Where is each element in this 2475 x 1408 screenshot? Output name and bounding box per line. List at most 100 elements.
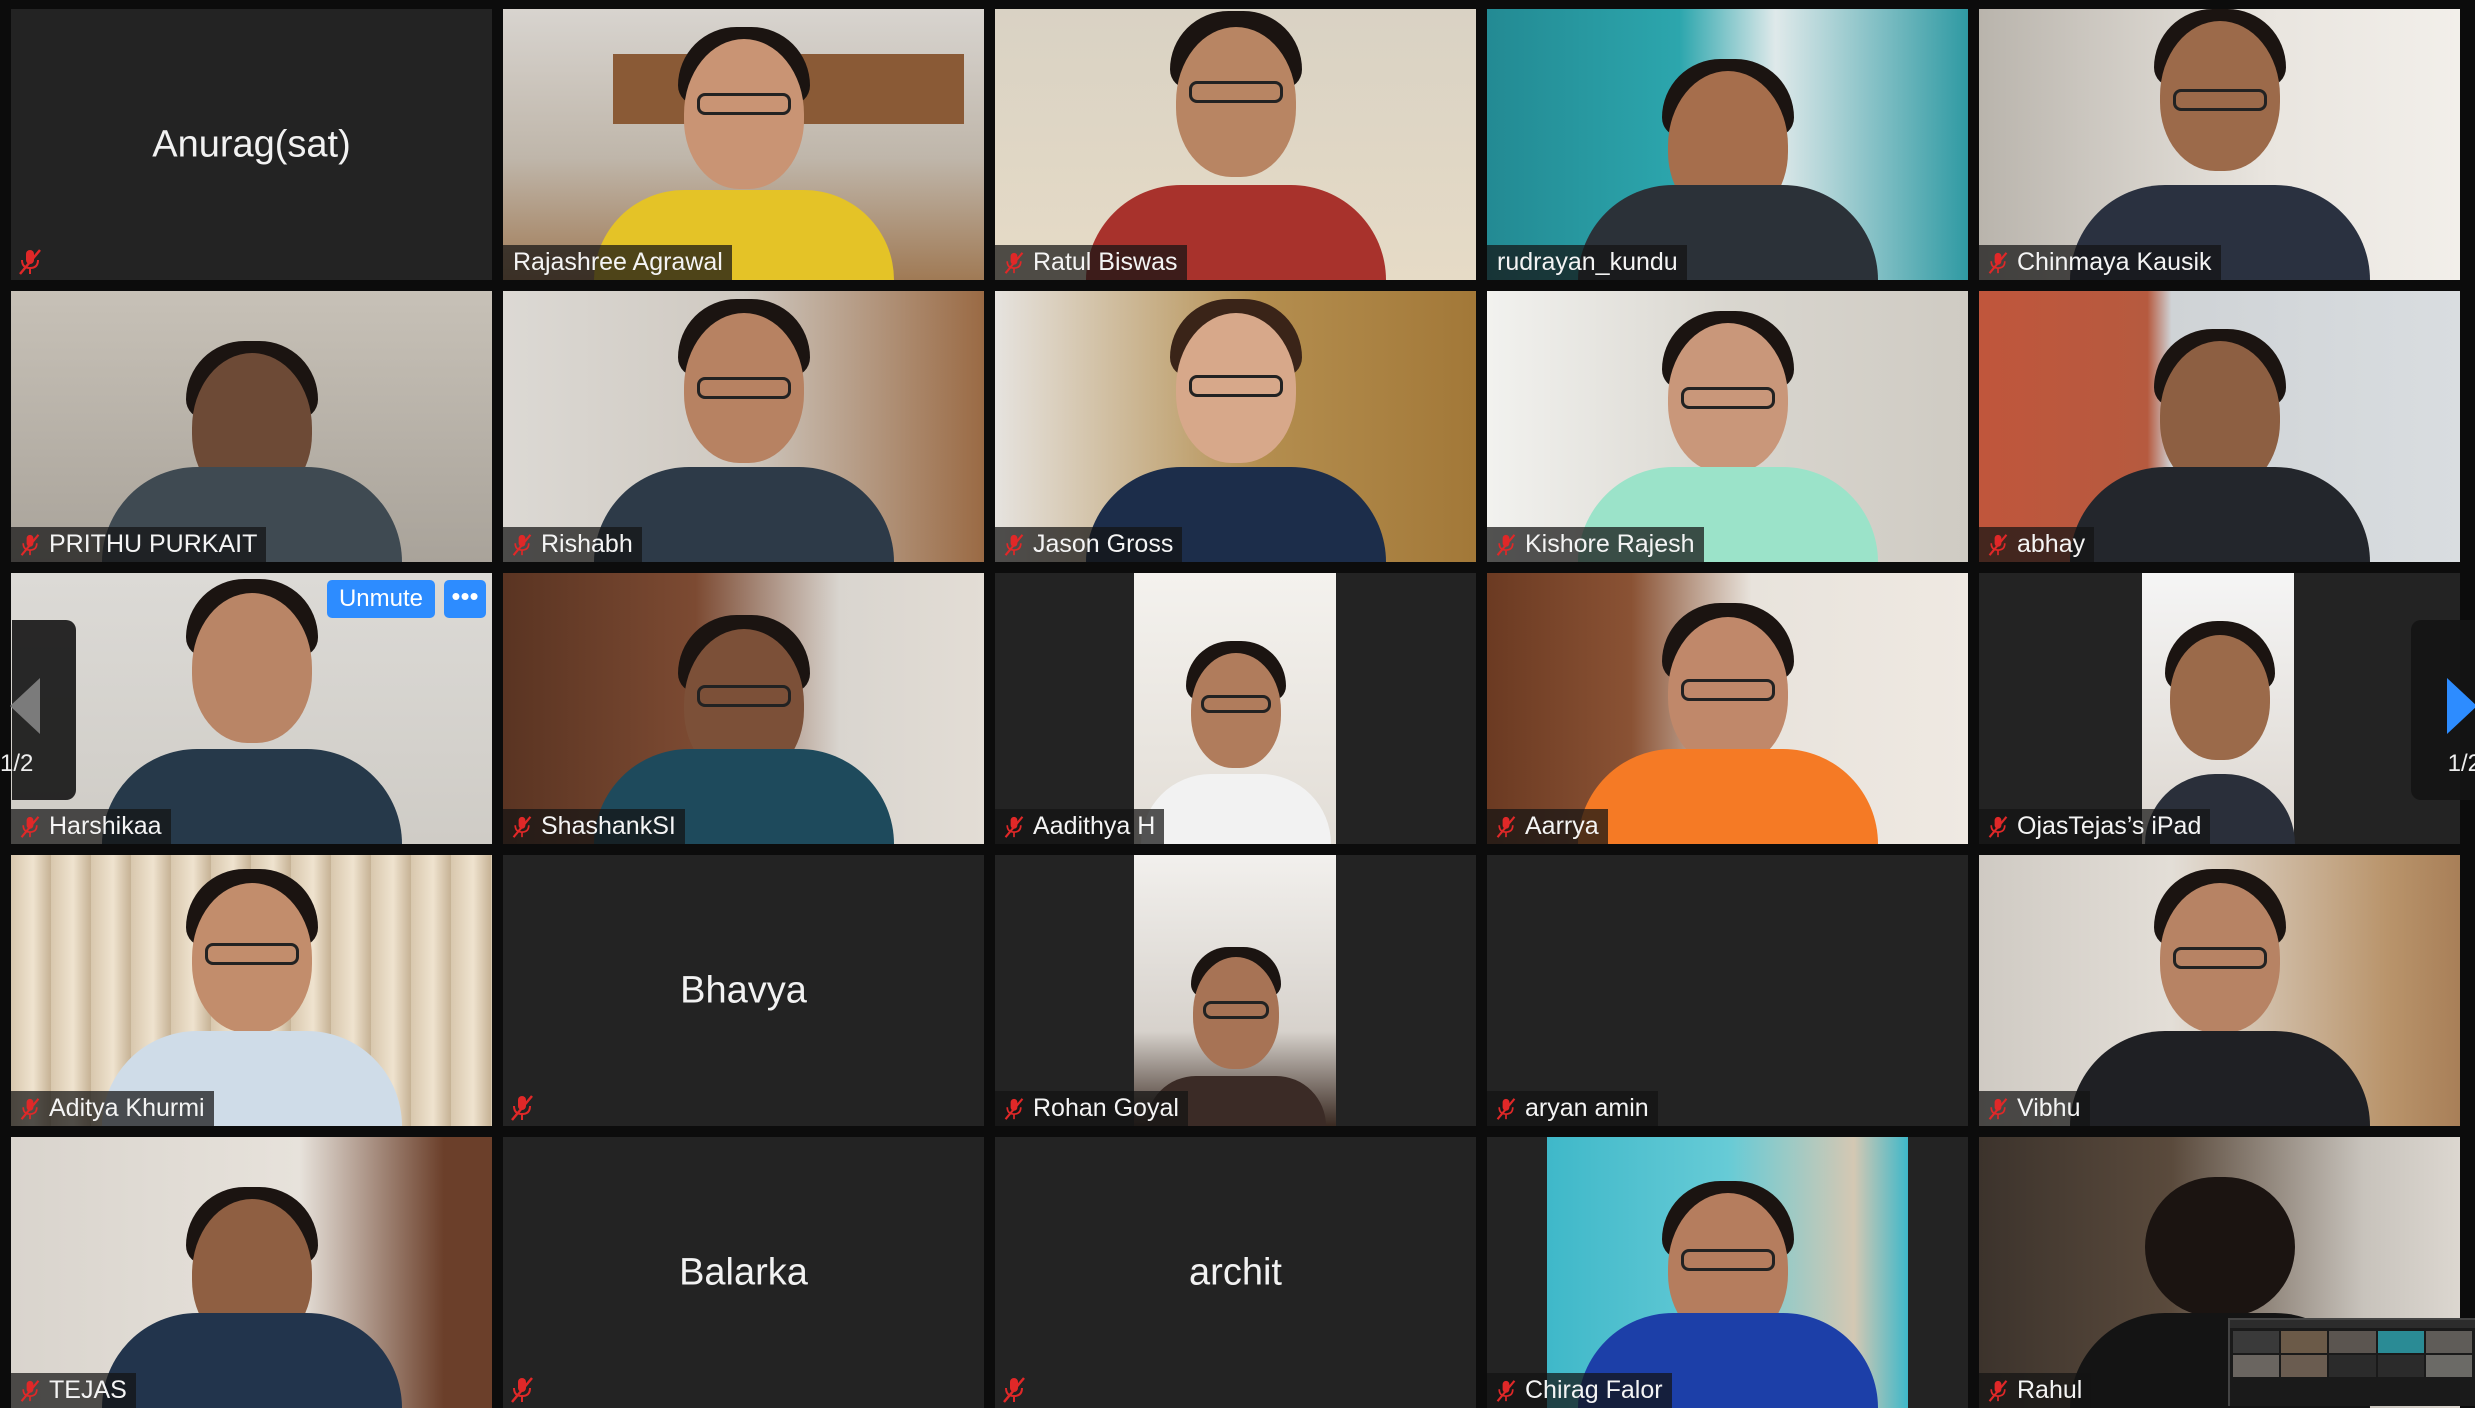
participant-tile[interactable]: Rishabh — [503, 291, 984, 562]
participant-video-figure — [1577, 1137, 1878, 1408]
mini-window-grid — [2230, 1328, 2475, 1380]
mini-tile — [2425, 1355, 2472, 1377]
mini-tile — [2329, 1355, 2376, 1377]
participant-tile[interactable]: Balarka — [503, 1137, 984, 1408]
participant-name-center: Anurag(sat) — [152, 123, 351, 165]
mic-muted-icon — [1496, 1097, 1516, 1120]
participant-tile[interactable]: Kishore Rajesh — [1487, 291, 1968, 562]
chevron-left-icon — [10, 678, 40, 734]
previous-page-button[interactable]: 1/2 — [0, 620, 76, 800]
mini-tile — [2233, 1331, 2280, 1353]
next-page-button[interactable]: 1/2 — [2411, 620, 2475, 800]
mic-muted-icon — [1004, 533, 1024, 556]
participant-name-label: Aditya Khurmi — [11, 1091, 214, 1126]
participant-video-figure — [1568, 573, 1888, 844]
mic-muted-icon — [1003, 1377, 1025, 1403]
participant-name-label: abhay — [1979, 527, 2095, 562]
participant-name-label: Rohan Goyal — [995, 1091, 1188, 1126]
mic-muted-icon — [20, 1097, 40, 1120]
participant-name-label: Rishabh — [503, 527, 642, 562]
participant-video-figure — [584, 291, 904, 562]
participant-name-label: PRITHU PURKAIT — [11, 527, 267, 562]
more-options-button[interactable]: ••• — [444, 580, 486, 618]
participant-tile[interactable]: PRITHU PURKAIT — [11, 291, 492, 562]
unmute-button[interactable]: Unmute — [326, 580, 435, 618]
participant-video-figure — [2140, 573, 2300, 844]
chevron-right-icon — [2447, 678, 2475, 734]
participant-video-figure — [92, 1137, 412, 1408]
participant-tile[interactable]: Rohan Goyal — [995, 855, 1476, 1126]
mic-muted-icon — [512, 815, 532, 838]
mic-muted-icon — [1004, 815, 1024, 838]
mic-muted-icon — [20, 815, 40, 838]
participant-tile-active-speaker[interactable]: Rajashree Agrawal — [503, 9, 984, 280]
mini-tile — [2233, 1355, 2280, 1377]
mic-muted-icon — [512, 533, 532, 556]
participant-name-label: TEJAS — [11, 1373, 136, 1408]
mic-muted-icon — [511, 1377, 533, 1403]
participant-name-center: Bhavya — [680, 969, 807, 1011]
mic-muted-icon — [1988, 251, 2008, 274]
participant-video-figure — [1136, 573, 1336, 844]
mic-muted-icon — [20, 1379, 40, 1402]
participant-tile-hovered[interactable]: Unmute ••• Harshikaa — [11, 573, 492, 844]
participant-tile[interactable]: Aarrya — [1487, 573, 1968, 844]
participant-tile[interactable]: TEJAS — [11, 1137, 492, 1408]
mic-muted-icon — [19, 249, 41, 275]
participant-name-label: Ratul Biswas — [995, 245, 1187, 280]
mic-muted-icon — [1004, 1097, 1024, 1120]
mic-muted-icon — [1496, 533, 1516, 556]
participant-tile[interactable]: Aadithya H — [995, 573, 1476, 844]
participant-tile[interactable]: OjasTejas’s iPad — [1979, 573, 2460, 844]
participant-video-figure — [2060, 291, 2380, 562]
mini-tile — [2425, 1331, 2472, 1353]
mini-window-titlebar — [2230, 1320, 2475, 1328]
participant-name-label: aryan amin — [1487, 1091, 1658, 1126]
mini-window-thumbnail[interactable] — [2228, 1318, 2475, 1406]
page-indicator-right: 1/2 — [2447, 750, 2475, 777]
participant-name-label: Rahul — [1979, 1373, 2092, 1408]
mic-muted-icon — [1004, 251, 1024, 274]
participant-name-label: Rajashree Agrawal — [503, 245, 732, 280]
mini-tile — [2377, 1331, 2424, 1353]
participant-video-figure — [1568, 291, 1888, 562]
participant-name-label: OjasTejas’s iPad — [1979, 809, 2211, 844]
participant-tile[interactable]: Jason Gross — [995, 291, 1476, 562]
participant-tile[interactable]: Ratul Biswas — [995, 9, 1476, 280]
participant-name-label: Jason Gross — [995, 527, 1183, 562]
mic-muted-icon — [1988, 533, 2008, 556]
participant-tile[interactable]: archit — [995, 1137, 1476, 1408]
participant-video-figure — [1076, 291, 1396, 562]
participant-tile[interactable]: Vibhu — [1979, 855, 2460, 1126]
mic-muted-icon — [1988, 1097, 2008, 1120]
gallery-grid: Anurag(sat) Rajashree Agrawal Ratul Bisw… — [11, 9, 2460, 1408]
participant-name-label: rudrayan_kundu — [1487, 245, 1687, 280]
mini-tile — [2329, 1331, 2376, 1353]
participant-video-figure — [92, 855, 412, 1126]
mini-tile — [2377, 1355, 2424, 1377]
participant-name-label: Kishore Rajesh — [1487, 527, 1704, 562]
participant-tile[interactable]: Aditya Khurmi — [11, 855, 492, 1126]
participant-tile[interactable]: Anurag(sat) — [11, 9, 492, 280]
participant-video-figure — [1076, 9, 1396, 280]
participant-tile[interactable]: abhay — [1979, 291, 2460, 562]
participant-tile[interactable]: Chirag Falor — [1487, 1137, 1968, 1408]
participant-tile[interactable]: ShashankSI — [503, 573, 984, 844]
participant-name-label: Vibhu — [1979, 1091, 2090, 1126]
participant-name-label: Aadithya H — [995, 809, 1165, 844]
participant-tile[interactable]: Bhavya — [503, 855, 984, 1126]
mic-muted-icon — [1496, 815, 1516, 838]
video-feed — [1487, 855, 1968, 1126]
page-indicator-left: 1/2 — [0, 750, 34, 777]
participant-tile[interactable]: rudrayan_kundu — [1487, 9, 1968, 280]
mic-muted-icon — [511, 1095, 533, 1121]
participant-name-label: Chinmaya Kausik — [1979, 245, 2221, 280]
participant-tile[interactable]: aryan amin — [1487, 855, 1968, 1126]
participant-video-figure — [2060, 855, 2380, 1126]
participant-tile[interactable]: Chinmaya Kausik — [1979, 9, 2460, 280]
mini-tile — [2281, 1355, 2328, 1377]
mic-muted-icon — [1988, 1379, 2008, 1402]
participant-video-figure — [92, 291, 412, 562]
participant-name-label: Chirag Falor — [1487, 1373, 1672, 1408]
participant-video-figure — [1568, 9, 1888, 280]
